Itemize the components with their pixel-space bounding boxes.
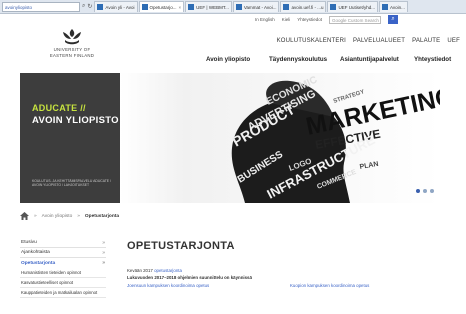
breadcrumb-separator-icon: » — [34, 213, 37, 219]
logo-text-line2: EASTERN FINLAND — [49, 53, 95, 58]
top-navigation: KOULUTUSKALENTERI PALVELUALUEET PALAUTE … — [277, 38, 460, 44]
search-icon: ⌕ — [391, 16, 395, 22]
breadcrumb-avoin-yliopisto[interactable]: Avoin yliopisto — [42, 214, 73, 219]
link-joensuu-campus[interactable]: Joensuun kampuksen koordinoima opetus — [127, 283, 209, 288]
favicon-icon — [141, 4, 148, 10]
chevron-right-icon: » — [102, 249, 105, 256]
hero-banner[interactable]: ADUCATE // AVOIN YLIOPISTO KOULUTUS- JA … — [20, 73, 440, 203]
hero-title-avoin: AVOIN YLIOPISTO — [32, 115, 119, 126]
chevron-down-icon: » — [102, 260, 105, 266]
search-button[interactable]: ⌕ — [388, 15, 399, 24]
close-icon[interactable]: × — [179, 5, 182, 10]
mainnav-asiantuntijapalvelut[interactable]: Asiantuntijapalvelut — [340, 56, 414, 63]
nav-palaute[interactable]: PALAUTE — [412, 38, 440, 44]
utility-link-contact[interactable]: Yhteystiedot — [297, 17, 322, 22]
home-icon[interactable] — [20, 212, 29, 220]
favicon-icon — [188, 4, 195, 10]
favicon-icon — [97, 4, 104, 10]
content-line-planning: Lukuvuoden 2017–2018 ohjelmien suunnitte… — [127, 275, 252, 280]
sidebar-subitem-humanistiset[interactable]: Humanististen tieteiden opinnot — [20, 268, 106, 278]
mainnav-taydennyskoulutus[interactable]: Täydennyskoulutus — [269, 56, 340, 63]
browser-tab[interactable]: Avoin... — [379, 1, 408, 12]
browser-tab[interactable]: avoin.uef.fi - ...u — [280, 1, 327, 12]
hero-text-panel: ADUCATE // AVOIN YLIOPISTO KOULUTUS- JA … — [20, 73, 120, 203]
sidebar-item-ajankohtaista[interactable]: Ajankohtaista» — [20, 248, 106, 258]
browser-tab-active[interactable]: Opetustarjo... × — [138, 1, 185, 12]
breadcrumb-current: Opetustarjonta — [84, 213, 120, 219]
search-icon[interactable]: ⌕ — [82, 3, 85, 10]
university-logo[interactable]: UNIVERSITY OF EASTERN FINLAND — [36, 28, 108, 58]
logo-text-line1: UNIVERSITY OF — [53, 47, 91, 52]
utility-link-english[interactable]: In English — [255, 17, 275, 22]
slide-indicators — [416, 189, 434, 193]
sidebar-item-opetustarjonta[interactable]: Opetustarjonta» — [20, 258, 106, 268]
chevron-right-icon: » — [102, 239, 105, 246]
favicon-icon — [283, 4, 290, 10]
sidebar: Etusivu» Ajankohtaista» Opetustarjonta» … — [20, 238, 106, 298]
link-opetustarjonta[interactable]: opetustarjonta — [154, 268, 182, 273]
browser-tab[interactable]: Avoin yli - Avoi — [94, 1, 138, 12]
favicon-icon — [382, 4, 388, 10]
browser-tab[interactable]: UEF | WEBMT... — [185, 1, 232, 12]
refresh-icon[interactable]: ↻ — [87, 3, 92, 10]
sidebar-item-etusivu[interactable]: Etusivu» — [20, 238, 106, 248]
favicon-icon — [330, 4, 337, 10]
favicon-icon — [235, 4, 242, 10]
utility-bar: In English Kieli Yhteystiedot Google Cus… — [255, 15, 399, 24]
main-navigation: Avoin yliopisto Täydennyskoulutus Asiant… — [206, 56, 451, 63]
nav-palvelualueet[interactable]: PALVELUALUEET — [353, 38, 405, 44]
breadcrumb-separator-icon: » — [77, 213, 80, 219]
address-bar[interactable]: avoinyliopisto — [2, 1, 80, 12]
breadcrumb: » Avoin yliopisto » Opetustarjonta — [20, 212, 119, 220]
uef-logo-icon — [63, 29, 81, 45]
slide-dot-2[interactable] — [423, 189, 427, 193]
hero-caption: KOULUTUS- JA KEHITTÄMISPALVELU ADUCATE /… — [32, 179, 111, 188]
sidebar-subitem-kauppatieteet[interactable]: Kauppatieteiden ja matkailualan opinnot — [20, 288, 106, 298]
page-title: OPETUSTARJONTA — [127, 240, 235, 252]
browser-toolbar: avoinyliopisto ⌕ ↻ Avoin yli - Avoi Opet… — [0, 0, 466, 14]
content-line-spring: Kevään 2017 opetustarjonta — [127, 268, 182, 273]
browser-controls: ⌕ ↻ — [82, 3, 92, 10]
site-search-input[interactable]: Google Custom Search — [329, 15, 382, 24]
slide-dot-3[interactable] — [430, 189, 434, 193]
nav-uef[interactable]: UEF — [447, 38, 460, 44]
browser-tab[interactable]: UEF Uutiset/yhd... — [327, 1, 378, 12]
hero-image: PRODUCT ADVERTISING ECONOMIC STRATEGY MA… — [120, 73, 440, 203]
utility-link-language[interactable]: Kieli — [282, 17, 291, 22]
browser-tab[interactable]: Vammat - Avoi... — [232, 1, 280, 12]
link-kuopio-campus[interactable]: Kuopion kampuksen koordinoima opetus — [290, 283, 369, 288]
mainnav-yhteystiedot[interactable]: Yhteystiedot — [414, 56, 451, 63]
hero-title-aducate: ADUCATE // — [32, 103, 86, 113]
nav-koulutuskalenteri[interactable]: KOULUTUSKALENTERI — [277, 38, 346, 44]
sidebar-subitem-kasvatustieteelliset[interactable]: Kasvatustieteelliset opinnot — [20, 278, 106, 288]
slide-dot-1[interactable] — [416, 189, 420, 193]
mainnav-avoin-yliopisto[interactable]: Avoin yliopisto — [206, 56, 269, 63]
